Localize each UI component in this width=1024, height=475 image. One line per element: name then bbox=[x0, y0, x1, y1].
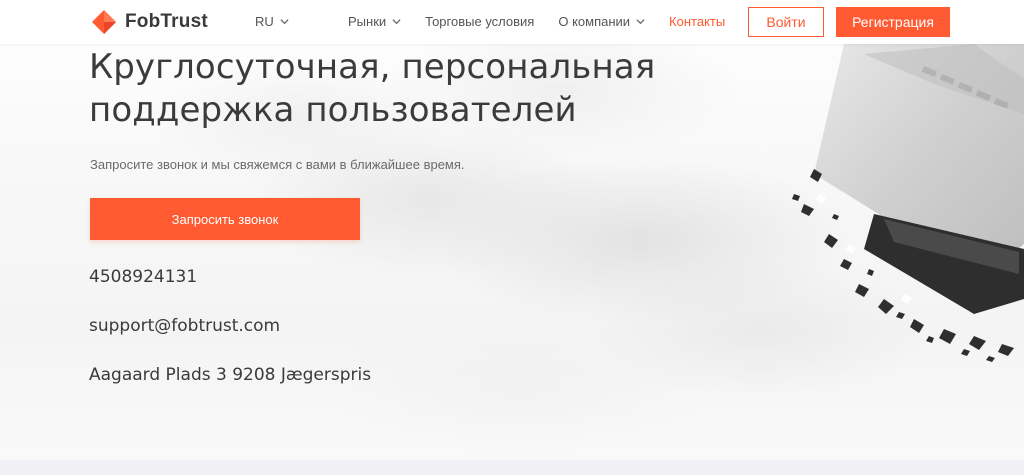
logo-text: FobTrust bbox=[125, 11, 208, 32]
logo-link[interactable]: FobTrust bbox=[91, 9, 208, 35]
site-header: FobTrust RU Рынки Торговые условия О ком… bbox=[0, 0, 1024, 44]
chevron-down-icon bbox=[392, 19, 401, 25]
register-button[interactable]: Регистрация bbox=[836, 7, 950, 37]
section-divider bbox=[0, 460, 1024, 475]
contact-address: Aagaard Plads 3 9208 Jægerspris bbox=[89, 365, 372, 385]
nav-item-markets[interactable]: Рынки bbox=[348, 14, 401, 29]
contacts-page: FobTrust RU Рынки Торговые условия О ком… bbox=[0, 0, 1024, 475]
nav-item-label: О компании bbox=[558, 14, 631, 29]
main-nav: Рынки Торговые условия О компании Контак… bbox=[348, 14, 725, 29]
language-selector[interactable]: RU bbox=[255, 14, 289, 29]
nav-item-label: Рынки bbox=[348, 14, 387, 29]
nav-item-contacts[interactable]: Контакты bbox=[669, 14, 725, 29]
logo-icon bbox=[92, 10, 116, 34]
nav-item-label: Контакты bbox=[669, 14, 726, 29]
device-illustration bbox=[792, 44, 1024, 362]
login-button[interactable]: Войти bbox=[748, 7, 824, 37]
page-title-line-1: Круглосуточная, персональная bbox=[89, 47, 656, 87]
contact-phone[interactable]: 4508924131 bbox=[89, 267, 197, 287]
nav-item-about[interactable]: О компании bbox=[558, 14, 645, 29]
contact-email[interactable]: support@fobtrust.com bbox=[89, 316, 280, 336]
nav-item-trading-conditions[interactable]: Торговые условия bbox=[425, 14, 534, 29]
request-callback-button[interactable]: Запросить звонок bbox=[90, 198, 360, 240]
chevron-down-icon bbox=[636, 19, 645, 25]
page-title-line-2: поддержка пользователей bbox=[89, 90, 577, 130]
hero-subtitle: Запросите звонок и мы свяжемся с вами в … bbox=[90, 157, 465, 172]
language-label: RU bbox=[255, 14, 274, 29]
nav-item-label: Торговые условия bbox=[425, 14, 535, 29]
chevron-down-icon bbox=[280, 19, 289, 25]
page-title: Круглосуточная, персональная поддержка п… bbox=[89, 46, 709, 132]
